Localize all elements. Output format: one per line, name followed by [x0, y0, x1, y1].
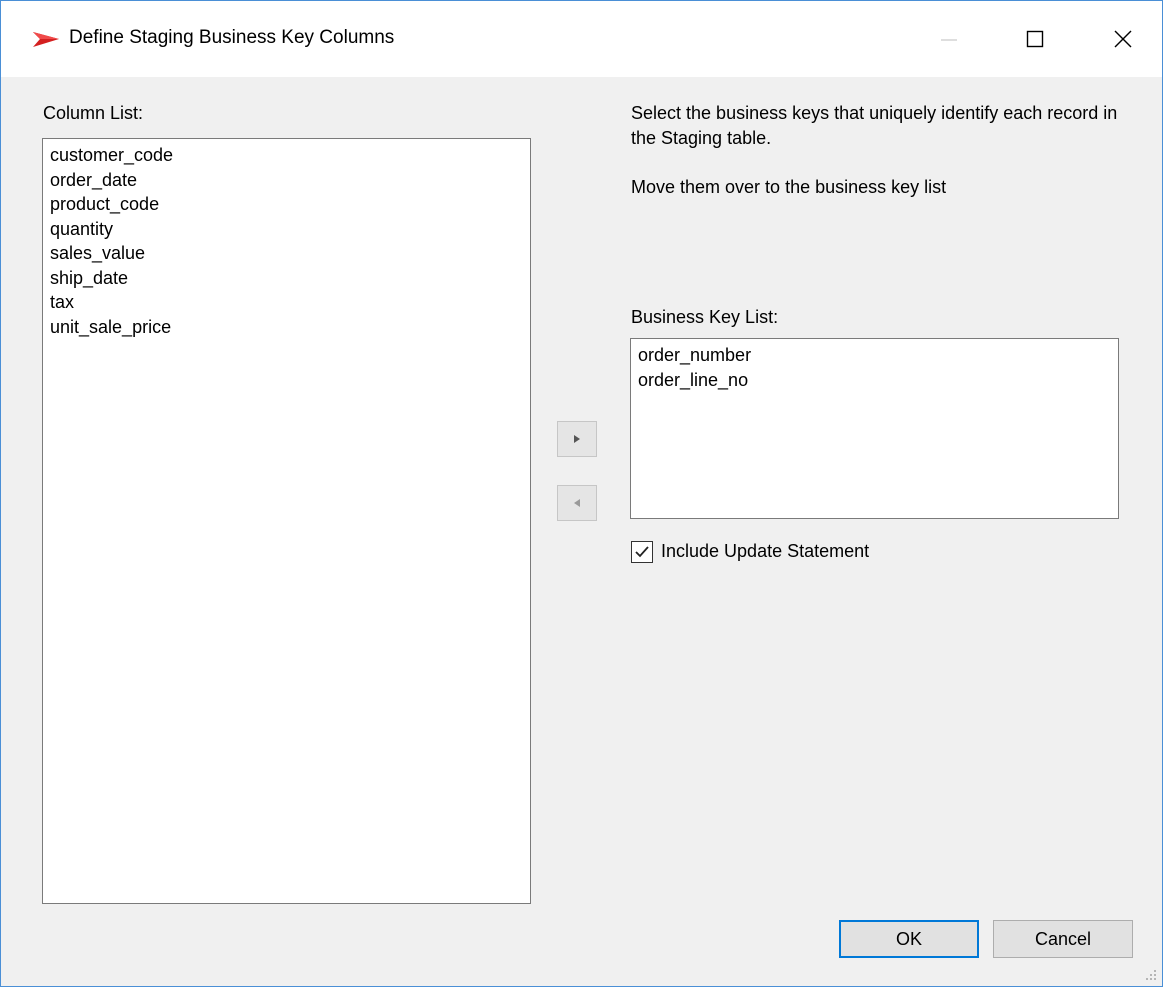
arrow-left-icon	[574, 499, 580, 507]
column-list-item[interactable]: tax	[50, 290, 530, 315]
dialog-window: Define Staging Business Key Columns Colu…	[0, 0, 1163, 987]
instructions-line-2: Move them over to the business key list	[631, 177, 947, 197]
arrow-right-icon	[574, 435, 580, 443]
cancel-button[interactable]: Cancel	[993, 920, 1133, 958]
column-list-item[interactable]: sales_value	[50, 241, 530, 266]
column-list-item[interactable]: order_date	[50, 168, 530, 193]
column-list-label: Column List:	[43, 103, 144, 123]
column-listbox[interactable]: customer_code order_date product_code quant…	[42, 138, 531, 904]
close-icon	[1114, 30, 1132, 48]
column-list-item[interactable]: product_code	[50, 192, 530, 217]
title-bar[interactable]: Define Staging Business Key Columns	[1, 1, 1162, 77]
checkmark-icon	[635, 546, 649, 558]
maximize-icon	[1026, 30, 1044, 48]
column-list-item[interactable]: customer_code	[50, 143, 530, 168]
business-key-item[interactable]: order_line_no	[638, 368, 1118, 393]
remove-key-button[interactable]	[557, 485, 597, 521]
business-key-item[interactable]: order_number	[638, 343, 1118, 368]
instructions-line-1: Select the business keys that uniquely i…	[631, 103, 1118, 148]
maximize-button[interactable]	[1005, 1, 1065, 77]
include-update-checkbox[interactable]	[631, 541, 653, 563]
red-arrow-logo-icon	[33, 32, 59, 47]
column-list-item[interactable]: unit_sale_price	[50, 315, 530, 340]
business-key-listbox[interactable]: order_number order_line_no	[630, 338, 1119, 519]
column-list-item[interactable]: ship_date	[50, 266, 530, 291]
close-button[interactable]	[1093, 1, 1153, 77]
minimize-button[interactable]	[919, 1, 979, 77]
column-list-item[interactable]: quantity	[50, 217, 530, 242]
business-key-list-label: Business Key List:	[631, 307, 779, 327]
resize-grip-icon[interactable]	[1141, 965, 1159, 983]
ok-button[interactable]: OK	[839, 920, 979, 958]
include-update-label[interactable]: Include Update Statement	[661, 541, 869, 562]
instructions-text: Select the business keys that uniquely i…	[631, 101, 1121, 200]
add-key-button[interactable]	[557, 421, 597, 457]
window-title: Define Staging Business Key Columns	[69, 27, 395, 48]
minimize-icon	[941, 39, 957, 41]
